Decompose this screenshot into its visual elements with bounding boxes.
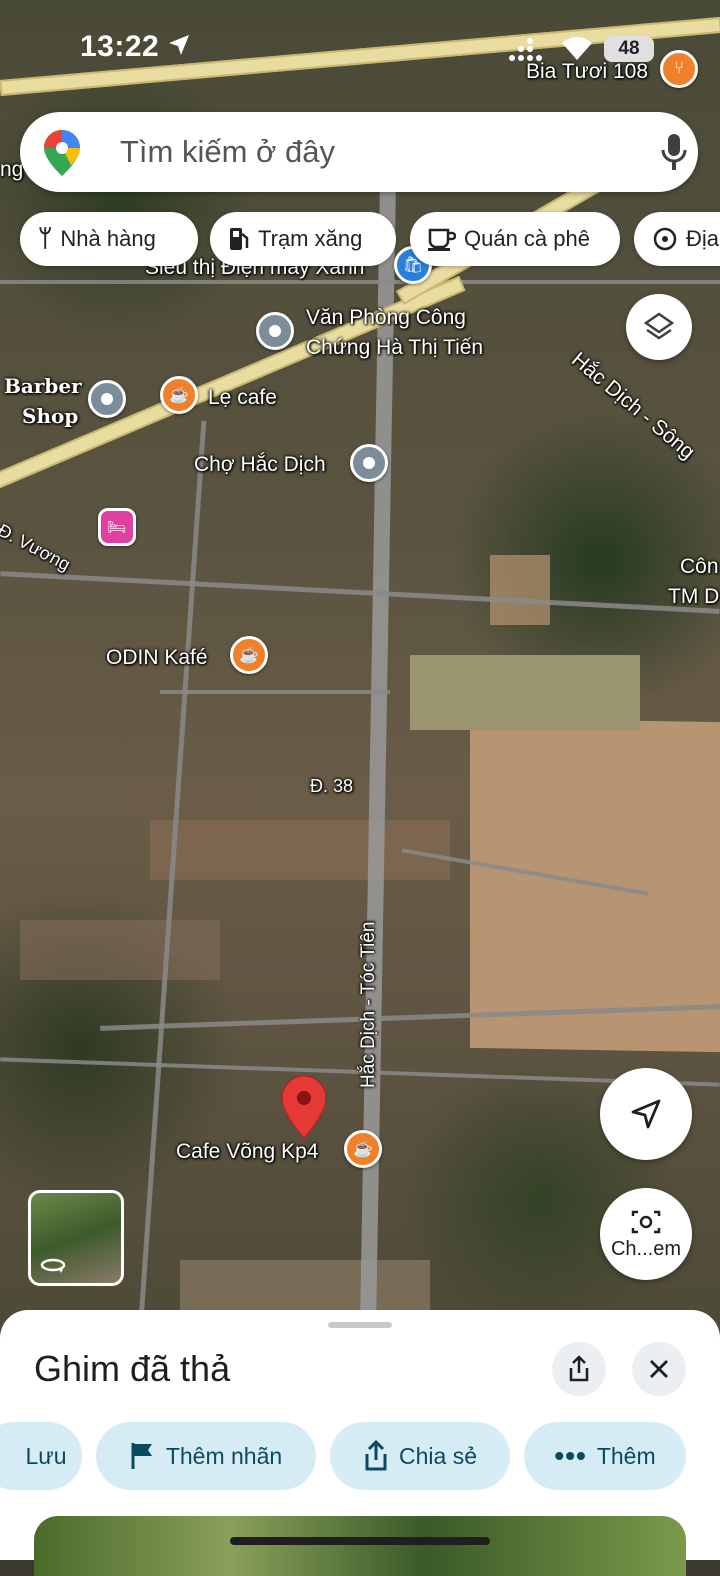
map-field xyxy=(20,920,220,980)
maps-logo-icon xyxy=(44,130,80,176)
poi-label[interactable]: Shop xyxy=(22,404,78,428)
my-location-button[interactable] xyxy=(600,1068,692,1160)
map-road xyxy=(0,571,720,614)
share-top-button[interactable] xyxy=(552,1342,606,1396)
map-field xyxy=(490,555,550,625)
attraction-icon xyxy=(653,227,677,251)
hotel-pin-icon[interactable]: 🛏 xyxy=(98,508,136,546)
action-label: Lưu xyxy=(25,1442,67,1469)
share-icon xyxy=(569,1355,589,1382)
navigation-arrow-icon xyxy=(631,1099,661,1129)
save-button[interactable]: Lưu xyxy=(0,1422,82,1490)
chip-label: Trạm xăng xyxy=(258,226,363,251)
status-time: 13:22 xyxy=(80,30,160,63)
share-icon xyxy=(365,1440,387,1471)
chip-gas-stations[interactable]: Trạm xăng xyxy=(210,212,396,266)
gas-station-icon xyxy=(230,228,249,250)
poi-label: TM D xyxy=(668,585,720,608)
chip-label: Quán cà phê xyxy=(464,226,590,251)
layers-icon xyxy=(643,312,675,340)
home-indicator[interactable] xyxy=(230,1537,490,1545)
map-road xyxy=(0,280,720,284)
chip-label: Địa xyxy=(686,226,720,251)
poi-label[interactable]: Chợ Hắc Dịch xyxy=(194,453,326,477)
action-label: Chia sẻ xyxy=(399,1442,477,1469)
place-pin-icon[interactable] xyxy=(256,312,294,350)
poi-label: ng xyxy=(0,158,24,181)
poi-label: Côn xyxy=(680,555,719,578)
category-chips: ᛘ Nhà hàng Trạm xăng Quán cà phê Địa xyxy=(0,212,720,268)
camera-search-button[interactable]: Ch...em xyxy=(600,1188,692,1280)
signal-icon xyxy=(509,38,542,61)
bottom-sheet[interactable]: Ghim đã thả Lưu Thêm nhãn Chia sẻ ••• Th… xyxy=(0,1310,720,1576)
cafe-pin-icon[interactable]: ☕ xyxy=(160,376,198,414)
chip-label: Nhà hàng xyxy=(60,226,156,251)
sheet-title: Ghim đã thả xyxy=(34,1348,231,1389)
lens-camera-icon xyxy=(631,1210,661,1233)
poi-label[interactable]: Văn Phòng Công xyxy=(306,306,466,330)
more-dots-icon: ••• xyxy=(554,1440,587,1471)
poi-label[interactable]: ODIN Kafé xyxy=(106,646,208,670)
cafe-pin-icon[interactable]: ☕ xyxy=(344,1130,382,1168)
close-icon xyxy=(650,1360,668,1378)
place-pin-icon[interactable] xyxy=(350,444,388,482)
flag-icon xyxy=(131,1443,152,1469)
poi-label[interactable]: Cafe Võng Kp4 xyxy=(176,1140,318,1164)
chip-attractions[interactable]: Địa xyxy=(634,212,720,266)
place-photo[interactable] xyxy=(34,1516,686,1576)
close-button[interactable] xyxy=(632,1342,686,1396)
search-input[interactable]: Tìm kiếm ở đây xyxy=(120,134,335,170)
street-view-rotate-icon xyxy=(40,1258,66,1273)
chip-restaurants[interactable]: ᛘ Nhà hàng xyxy=(20,212,198,266)
poi-label[interactable]: Barber xyxy=(4,374,82,398)
battery-indicator: 48 xyxy=(604,36,654,62)
drag-handle[interactable] xyxy=(328,1322,392,1328)
poi-label[interactable]: Chứng Hà Thị Tiến xyxy=(306,336,483,360)
microphone-icon[interactable] xyxy=(660,134,688,172)
poi-label[interactable]: Lẹ cafe xyxy=(208,386,277,410)
camera-label: Ch...em xyxy=(610,1237,682,1260)
action-label: Thêm xyxy=(596,1442,656,1469)
road-label: Đ. Vương xyxy=(0,520,74,575)
action-label: Thêm nhãn xyxy=(165,1442,283,1469)
cafe-pin-icon[interactable]: ☕ xyxy=(230,636,268,674)
wifi-icon xyxy=(562,37,592,60)
status-bar: 13:22 48 xyxy=(0,0,720,100)
fork-knife-icon: ᛘ xyxy=(38,225,53,252)
search-bar[interactable]: Tìm kiếm ở đây xyxy=(20,112,698,192)
chip-coffee[interactable]: Quán cà phê xyxy=(410,212,620,266)
map-field xyxy=(410,655,640,730)
street-view-thumbnail[interactable] xyxy=(28,1190,124,1286)
add-label-button[interactable]: Thêm nhãn xyxy=(96,1422,316,1490)
layers-button[interactable] xyxy=(626,294,692,360)
place-pin-icon[interactable] xyxy=(88,380,126,418)
coffee-icon xyxy=(428,228,456,251)
road-label: Hắc Dịch - Tóc Tiên xyxy=(358,921,379,1088)
map-road xyxy=(160,690,390,694)
road-label: Đ. 38 xyxy=(310,776,354,796)
dropped-pin-icon[interactable] xyxy=(282,1076,326,1138)
share-button[interactable]: Chia sẻ xyxy=(330,1422,510,1490)
road-label: Hắc Dịch - Sông xyxy=(567,348,700,464)
more-button[interactable]: ••• Thêm xyxy=(524,1422,686,1490)
location-arrow-icon xyxy=(169,35,189,55)
